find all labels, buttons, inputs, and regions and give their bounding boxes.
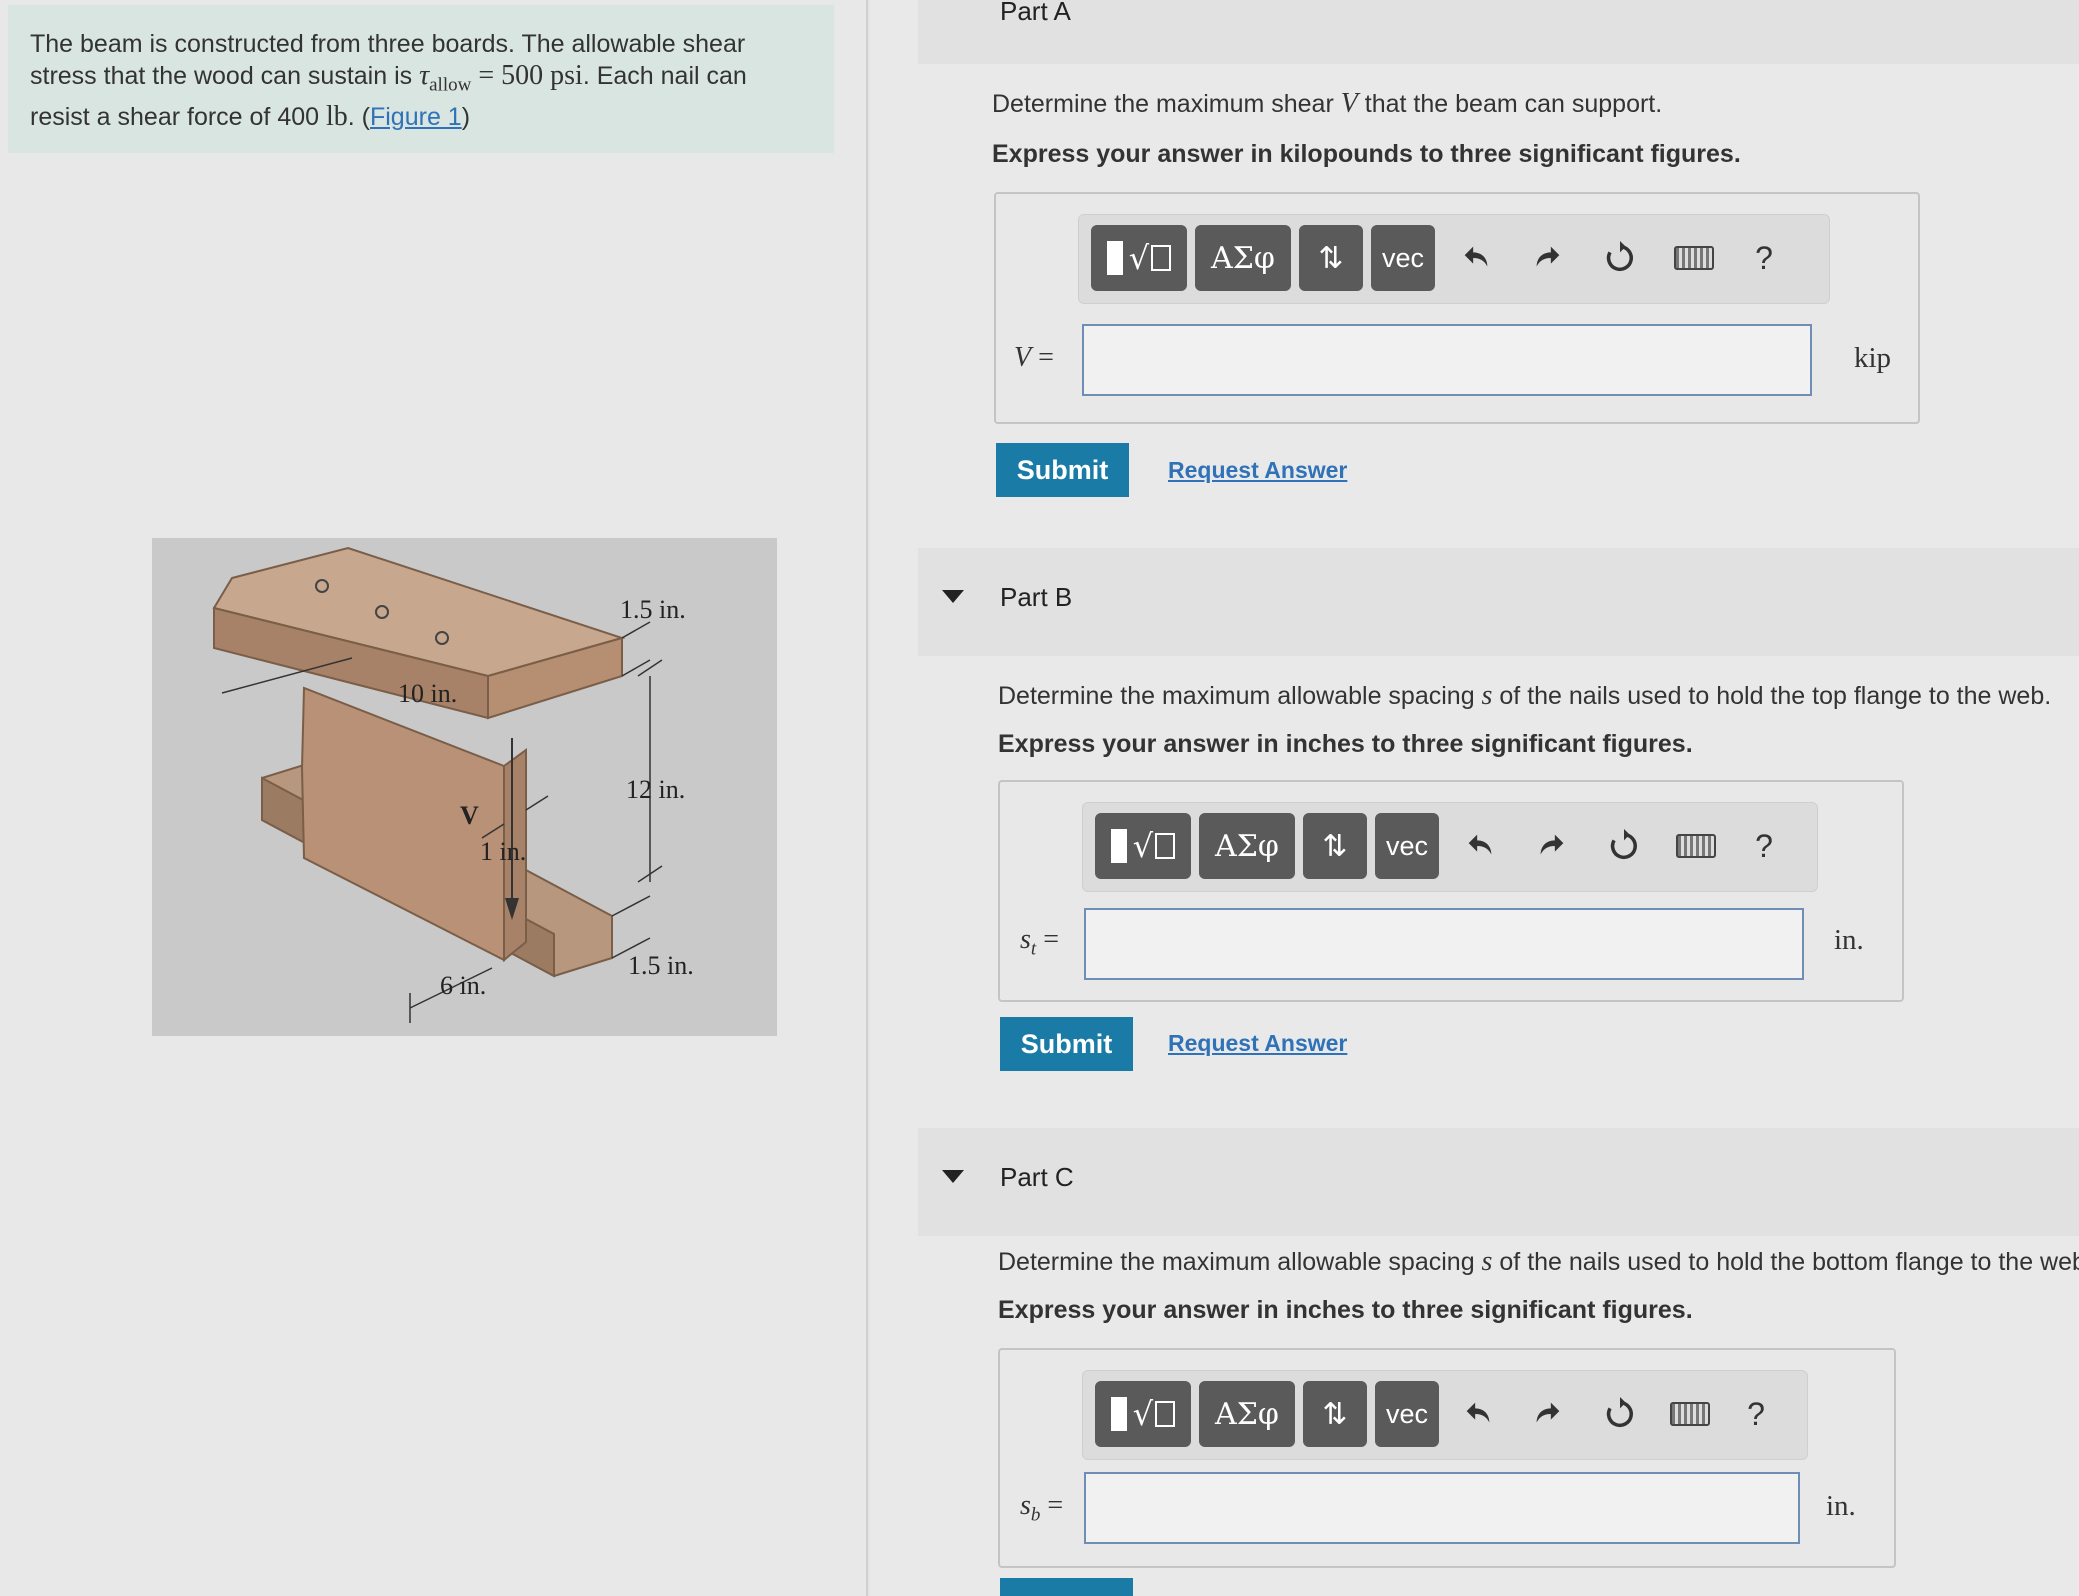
part-a-instruction: Express your answer in kilopounds to thr…	[992, 140, 1741, 168]
figure-link[interactable]: Figure 1	[370, 103, 462, 131]
undo-icon[interactable]	[1453, 1387, 1503, 1441]
redo-icon[interactable]	[1523, 1387, 1573, 1441]
part-c-instruction: Express your answer in inches to three s…	[998, 1296, 1693, 1324]
part-b-question: Determine the maximum allowable spacing …	[998, 680, 2052, 711]
label-flange-width: 10 in.	[398, 679, 457, 708]
label-web-height: 12 in.	[626, 775, 685, 804]
part-a-unit: kip	[1854, 342, 1892, 374]
help-icon[interactable]: ?	[1731, 1387, 1781, 1441]
part-a-request-answer-link[interactable]: Request Answer	[1168, 457, 1347, 484]
part-b-header[interactable]: Part B	[918, 548, 2079, 656]
help-icon[interactable]: ?	[1739, 231, 1789, 285]
part-c-unit: in.	[1826, 1490, 1856, 1522]
part-a-header[interactable]: Part A	[918, 0, 2079, 64]
part-c-question: Determine the maximum allowable spacing …	[998, 1246, 2079, 1277]
help-icon[interactable]: ?	[1739, 819, 1789, 873]
greek-icon[interactable]: ΑΣφ	[1199, 813, 1295, 879]
collapse-triangle-icon[interactable]	[942, 590, 964, 603]
dim-tick	[525, 795, 549, 811]
part-a-answer-box: √ ΑΣφ ⇅ vec ? V = kip	[994, 192, 1920, 424]
redo-icon[interactable]	[1527, 819, 1577, 873]
tau-symbol: τallow = 500 psi	[419, 60, 583, 96]
part-b-unit: in.	[1834, 924, 1864, 956]
vec-icon[interactable]: vec	[1375, 813, 1439, 879]
part-c-submit-button[interactable]	[1000, 1578, 1133, 1596]
problem-text: . Each nail can	[582, 62, 747, 90]
part-b-submit-button[interactable]: Submit	[1000, 1017, 1133, 1071]
dim-tick	[637, 659, 663, 677]
part-c-var-label: sb =	[1020, 1490, 1064, 1526]
undo-icon[interactable]	[1455, 819, 1505, 873]
unit-lb: lb	[325, 100, 348, 132]
dim-tick	[611, 895, 651, 917]
problem-text: stress that the wood can sustain is	[30, 62, 420, 90]
vec-icon[interactable]: vec	[1371, 225, 1435, 291]
templates-icon[interactable]: √	[1095, 1381, 1191, 1447]
part-b-answer-box: √ ΑΣφ ⇅ vec ? st = in.	[998, 780, 1904, 1002]
part-c-title: Part C	[1000, 1162, 1074, 1192]
part-a-title: Part A	[1000, 0, 1071, 26]
templates-icon[interactable]: √	[1095, 813, 1191, 879]
part-c-answer-box: √ ΑΣφ ⇅ vec ? sb = in.	[998, 1348, 1896, 1568]
keyboard-icon[interactable]	[1671, 819, 1721, 873]
part-b-var-label: st =	[1020, 924, 1059, 960]
collapse-triangle-icon[interactable]	[942, 1170, 964, 1183]
part-b-toolbar: √ ΑΣφ ⇅ vec ?	[1082, 802, 1818, 892]
problem-text: resist a shear force of 400	[30, 102, 326, 131]
problem-statement: The beam is constructed from three board…	[8, 5, 834, 153]
problem-text: )	[461, 102, 471, 131]
label-bottom-flange-width: 6 in.	[440, 971, 486, 1000]
arrows-icon[interactable]: ⇅	[1303, 813, 1367, 879]
greek-icon[interactable]: ΑΣφ	[1199, 1381, 1295, 1447]
arrows-icon[interactable]: ⇅	[1303, 1381, 1367, 1447]
part-b-instruction: Express your answer in inches to three s…	[998, 730, 1693, 758]
label-top-flange-thickness: 1.5 in.	[620, 595, 686, 624]
redo-icon[interactable]	[1523, 231, 1573, 285]
problem-line-3: resist a shear force of 400 lb. (Figure …	[30, 101, 812, 133]
greek-icon[interactable]: ΑΣφ	[1195, 225, 1291, 291]
answer-panel: Part A Determine the maximum shear V tha…	[870, 0, 2079, 1596]
part-b-answer-input[interactable]	[1084, 908, 1804, 980]
part-a-var-label: V =	[1014, 342, 1054, 373]
part-a-submit-button[interactable]: Submit	[996, 443, 1129, 497]
problem-line-1: The beam is constructed from three board…	[30, 30, 746, 58]
reset-icon[interactable]	[1595, 231, 1645, 285]
dim-tick	[621, 659, 651, 677]
beam-figure[interactable]: 1.5 in. 10 in. 12 in. V 1 in. 1.5 in. 6 …	[152, 538, 777, 1036]
reset-icon[interactable]	[1599, 819, 1649, 873]
part-c-answer-input[interactable]	[1084, 1472, 1800, 1544]
label-shear: V	[460, 801, 479, 830]
keyboard-icon[interactable]	[1669, 231, 1719, 285]
reset-icon[interactable]	[1595, 1387, 1645, 1441]
problem-line-2: stress that the wood can sustain is τall…	[30, 60, 812, 101]
part-b-title: Part B	[1000, 582, 1073, 612]
part-a-toolbar: √ ΑΣφ ⇅ vec ?	[1078, 214, 1830, 304]
label-bottom-flange-thickness: 1.5 in.	[628, 951, 694, 980]
part-c-header[interactable]: Part C	[918, 1128, 2079, 1236]
undo-icon[interactable]	[1451, 231, 1501, 285]
keyboard-icon[interactable]	[1665, 1387, 1715, 1441]
templates-icon[interactable]: √	[1091, 225, 1187, 291]
part-a-question: Determine the maximum shear V that the b…	[992, 88, 1663, 119]
arrows-icon[interactable]: ⇅	[1299, 225, 1363, 291]
part-c-toolbar: √ ΑΣφ ⇅ vec ?	[1082, 1370, 1808, 1460]
part-b-request-answer-link[interactable]: Request Answer	[1168, 1030, 1347, 1057]
part-a-answer-input[interactable]	[1082, 324, 1812, 396]
dim-tick	[621, 621, 651, 639]
problem-panel: The beam is constructed from three board…	[0, 0, 868, 1596]
beam-illustration: 1.5 in. 10 in. 12 in. V 1 in. 1.5 in. 6 …	[212, 546, 694, 1023]
label-web-thickness: 1 in.	[480, 837, 526, 866]
problem-text: . (	[347, 102, 370, 131]
vec-icon[interactable]: vec	[1375, 1381, 1439, 1447]
